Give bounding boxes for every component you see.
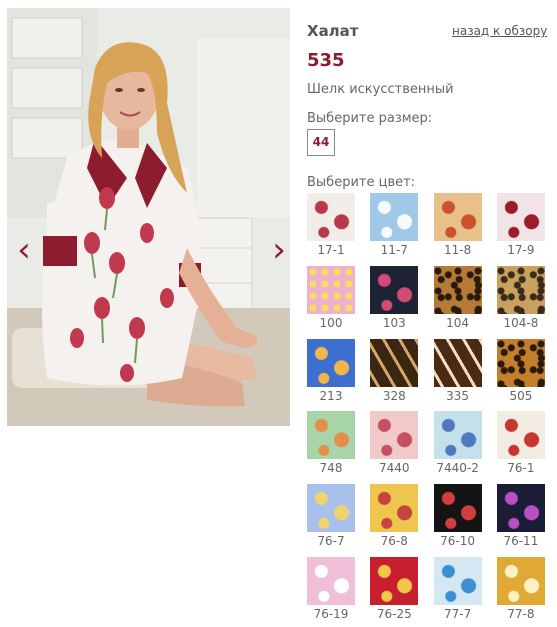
color-swatch-code: 76-1 (507, 461, 535, 476)
size-option-44[interactable]: 44 (307, 129, 335, 156)
color-swatch[interactable]: 76-11 (492, 484, 550, 554)
color-swatch[interactable]: 213 (302, 338, 360, 409)
product-title: Халат (307, 22, 359, 40)
back-to-overview-link[interactable]: назад к обзору (452, 24, 547, 38)
color-swatch-image (433, 484, 482, 533)
color-swatch-image (307, 193, 355, 241)
color-swatch-code: 335 (446, 388, 470, 403)
color-swatch[interactable]: 104 (429, 265, 487, 336)
color-swatch-image (370, 557, 419, 605)
color-swatch-image (496, 557, 545, 605)
color-swatch-image (307, 411, 355, 460)
color-swatch-image (433, 557, 482, 605)
color-swatch-code: 17-1 (317, 243, 345, 257)
gallery-prev-button[interactable]: ‹ (12, 228, 36, 272)
chevron-left-icon: ‹ (17, 230, 31, 270)
color-swatch-code: 76-25 (376, 607, 412, 621)
color-swatch-code: 104-8 (503, 315, 539, 330)
color-swatch-image (307, 557, 355, 605)
color-swatch-code: 7440 (379, 461, 410, 476)
color-swatch-code: 76-10 (440, 534, 476, 549)
color-swatch-image (370, 338, 419, 387)
color-swatch[interactable]: 77-7 (429, 557, 487, 627)
color-swatch[interactable]: 7440-2 (429, 411, 487, 481)
color-swatch-image (370, 484, 419, 533)
color-swatch-image (433, 265, 482, 314)
color-swatch-code: 76-7 (317, 534, 345, 549)
color-swatch[interactable]: 7440 (365, 411, 423, 481)
color-swatch[interactable]: 11-8 (429, 193, 487, 263)
product-article: 535 (307, 50, 345, 71)
color-swatch[interactable]: 17-1 (302, 193, 360, 263)
color-swatch-code: 100 (319, 315, 343, 330)
color-swatch[interactable]: 76-1 (492, 411, 550, 481)
color-swatch-code: 76-11 (503, 534, 539, 549)
color-swatch[interactable]: 76-25 (365, 557, 423, 627)
color-swatch[interactable]: 505 (492, 338, 550, 409)
color-swatch[interactable]: 77-8 (492, 557, 550, 627)
color-swatch-image (370, 193, 419, 241)
color-swatch[interactable]: 335 (429, 338, 487, 409)
color-swatch-image (496, 484, 545, 533)
color-swatch-image (496, 265, 545, 314)
color-swatch-code: 213 (319, 388, 343, 403)
color-swatch[interactable]: 76-7 (302, 484, 360, 554)
color-swatch[interactable]: 328 (365, 338, 423, 409)
color-swatch-image (370, 265, 419, 314)
color-swatch[interactable]: 100 (302, 265, 360, 336)
color-swatch-image (370, 411, 419, 460)
color-swatch-code: 77-7 (443, 607, 472, 621)
color-swatch[interactable]: 103 (365, 265, 423, 336)
color-swatch-code: 11-7 (380, 243, 408, 257)
product-photo-image (7, 8, 290, 426)
color-swatch[interactable]: 76-8 (365, 484, 423, 554)
color-swatch-code: 103 (382, 315, 406, 330)
size-label: Выберите размер: (307, 111, 433, 126)
color-swatch-image (433, 193, 482, 241)
color-swatch-code: 76-8 (380, 534, 408, 549)
color-swatch-code: 17-9 (507, 243, 535, 257)
color-swatch-code: 77-8 (507, 607, 535, 621)
color-swatch-code: 748 (319, 461, 343, 476)
color-swatch[interactable]: 748 (302, 411, 360, 481)
color-swatch[interactable]: 104-8 (492, 265, 550, 336)
color-swatch[interactable]: 11-7 (365, 193, 423, 263)
color-label: Выберите цвет: (307, 175, 416, 190)
color-swatch-image (307, 484, 355, 533)
color-swatch-image (307, 338, 355, 387)
color-swatch-code: 11-8 (443, 243, 472, 257)
color-swatch-image (433, 338, 482, 387)
color-swatch-image (496, 338, 545, 387)
product-material: Шелк искусственный (307, 82, 454, 97)
chevron-right-icon: › (272, 230, 286, 270)
color-swatch[interactable]: 17-9 (492, 193, 550, 263)
color-swatch-code: 76-19 (313, 607, 349, 621)
color-swatch[interactable]: 76-10 (429, 484, 487, 554)
color-swatch-code: 7440-2 (436, 461, 479, 476)
color-swatch[interactable]: 76-19 (302, 557, 360, 627)
product-photo: ‹ › (7, 8, 290, 426)
gallery-next-button[interactable]: › (267, 228, 290, 272)
color-swatch-code: 328 (382, 388, 406, 403)
color-swatch-code: 505 (509, 388, 533, 403)
color-swatch-image (307, 265, 355, 314)
color-swatch-code: 104 (446, 315, 470, 330)
color-swatch-image (496, 411, 545, 460)
color-swatch-image (433, 411, 482, 460)
color-swatch-image (496, 193, 545, 241)
